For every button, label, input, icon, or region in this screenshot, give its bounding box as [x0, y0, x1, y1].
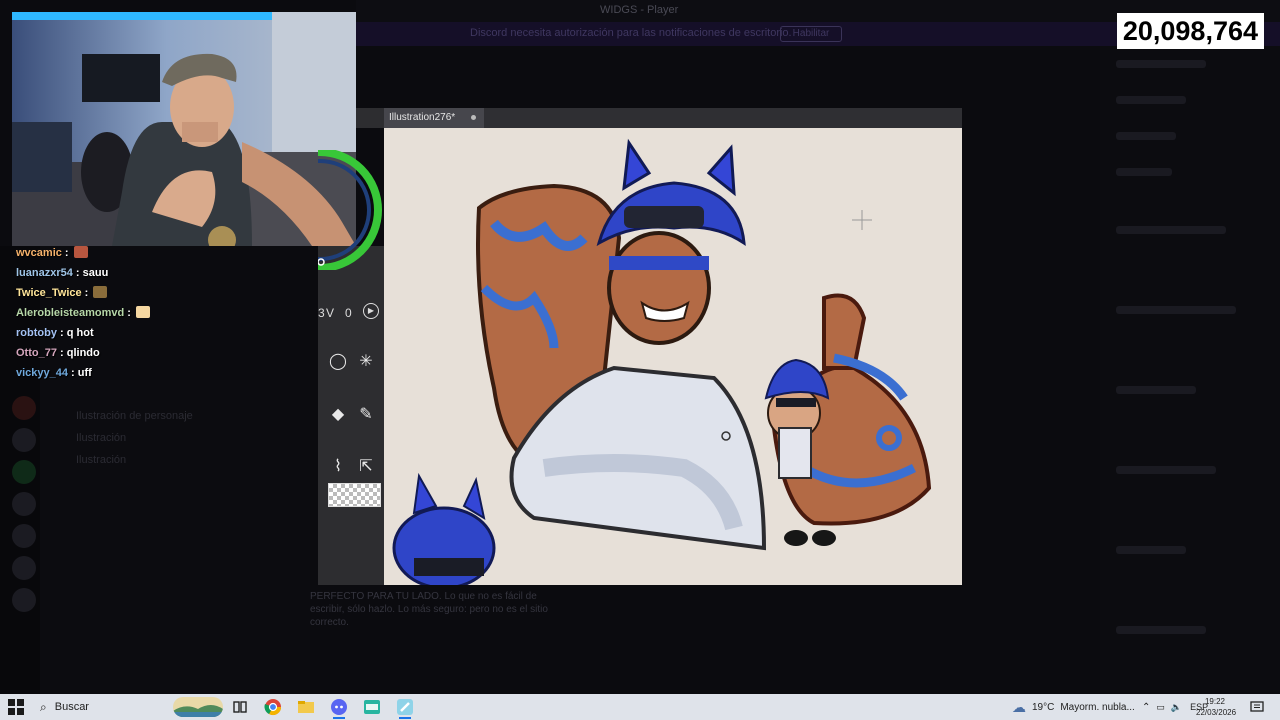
background-right-panel: [1100, 46, 1280, 692]
clock-time: 19:22: [1204, 697, 1226, 706]
clock[interactable]: 19:22 22/03/2026: [1196, 696, 1237, 718]
server-icon[interactable]: [12, 460, 36, 484]
chat-message: Otto_77 : qlindo: [16, 345, 316, 365]
chat-username: luanazxr54: [16, 267, 73, 279]
app-corner: [356, 108, 384, 128]
chat-overlay: wvcamic : luanazxr54 : sauu Twice_Twice …: [16, 245, 316, 385]
eraser-icon[interactable]: ◆: [324, 400, 352, 428]
emote-icon: [135, 306, 150, 318]
task-view-icon[interactable]: [231, 698, 249, 716]
chat-username: wvcamic: [16, 247, 62, 259]
canvas-tab-label: Illustration276*: [389, 112, 456, 123]
taskbar: ⌕ Buscar ☁ 19°C Mayorm. nubla... ⌃ ▭ 🔈 E…: [0, 694, 1280, 720]
cloud-icon: ☁: [1012, 698, 1026, 715]
chat-message: wvcamic :: [16, 245, 316, 265]
server-icon[interactable]: [12, 492, 36, 516]
chevron-up-icon[interactable]: ⌃: [1142, 702, 1150, 713]
sidebar-item[interactable]: Ilustración: [76, 432, 126, 444]
chat-username: Twice_Twice: [16, 287, 82, 299]
chat-username: vickyy_44: [16, 367, 68, 379]
active-app-indicator: [399, 717, 411, 719]
chrome-icon[interactable]: [264, 698, 282, 716]
clock-date: 22/03/2026: [1196, 708, 1237, 717]
brush-values: 3 V 0 ▶: [318, 303, 384, 323]
chat-separator: :: [124, 307, 134, 319]
viewer-count: 20,098,764: [1116, 13, 1264, 49]
value-right: 0: [345, 306, 352, 320]
server-icon[interactable]: [12, 396, 36, 420]
close-icon[interactable]: [471, 115, 476, 120]
chat-separator: :: [56, 347, 67, 359]
server-icon[interactable]: [12, 588, 36, 612]
streaming-app-icon[interactable]: [363, 698, 381, 716]
windows-start-icon[interactable]: [8, 699, 24, 715]
chat-message: vickyy_44 : uff: [16, 365, 316, 385]
notification-banner-text: Discord necesita autorización para las n…: [470, 27, 792, 39]
clip-studio-icon[interactable]: [396, 698, 414, 716]
chat-message: luanazxr54 : sauu: [16, 265, 316, 285]
server-icon[interactable]: [12, 428, 36, 452]
server-icon[interactable]: [12, 524, 36, 548]
chat-username: robtoby: [16, 327, 57, 339]
taskbar-search[interactable]: ⌕ Buscar: [30, 694, 170, 720]
notification-icon[interactable]: [1250, 700, 1264, 714]
file-explorer-icon[interactable]: [297, 698, 315, 716]
chat-text: uff: [77, 367, 92, 379]
chat-separator: :: [72, 267, 83, 279]
background-window-title: WIDGS - Player: [600, 4, 679, 16]
layer-thumbnail[interactable]: [328, 483, 381, 507]
webcam-feed: [12, 12, 356, 246]
pen-icon[interactable]: ✎: [352, 400, 380, 428]
chat-text: qlindo: [66, 347, 100, 359]
chat-username: Alerobleisteamomvd: [16, 307, 125, 319]
color-wheel[interactable]: [318, 150, 384, 270]
canvas-tab[interactable]: Illustration276*: [384, 108, 484, 128]
lasso-icon[interactable]: ◯: [324, 347, 352, 375]
chat-username: Otto_77: [16, 347, 57, 359]
curve-icon[interactable]: ⌇: [324, 452, 352, 480]
server-icon[interactable]: [12, 556, 36, 580]
sidebar-item[interactable]: Ilustración de personaje: [76, 410, 193, 422]
chat-message: Twice_Twice :: [16, 285, 316, 305]
play-icon[interactable]: ▶: [363, 303, 379, 319]
value-left: 3: [318, 306, 325, 320]
select-arrow-icon[interactable]: ⇱: [352, 452, 380, 480]
sidebar-item[interactable]: Ilustración: [76, 454, 126, 466]
chat-text: sauu: [82, 267, 109, 279]
weather-text: Mayorm. nubla...: [1060, 701, 1135, 713]
chat-separator: :: [61, 247, 72, 259]
discord-icon[interactable]: [330, 698, 348, 716]
value-v: V: [326, 306, 335, 320]
illustration: [392, 138, 932, 585]
emote-icon: [93, 286, 108, 298]
channel-sidebar: Ilustración de personaje Ilustración Ilu…: [40, 380, 310, 690]
chat-message: Alerobleisteamomvd :: [16, 305, 316, 325]
search-placeholder: Buscar: [54, 701, 89, 713]
chat-separator: :: [68, 367, 78, 379]
search-highlight-image[interactable]: [173, 697, 223, 717]
network-icon[interactable]: ▭: [1156, 702, 1165, 713]
weather-widget[interactable]: ☁ 19°C Mayorm. nubla...: [1012, 694, 1135, 720]
emote-icon: [73, 246, 88, 258]
screen: WIDGS - Player Discord necesita autoriza…: [0, 0, 1280, 720]
chat-separator: :: [56, 327, 67, 339]
magic-wand-icon[interactable]: ✳: [352, 347, 380, 375]
volume-icon[interactable]: 🔈: [1171, 702, 1182, 713]
chat-separator: :: [81, 287, 92, 299]
enable-notifications-button[interactable]: Habilitar: [780, 26, 842, 42]
weather-temp: 19°C: [1032, 701, 1055, 713]
webcam-image: [12, 12, 356, 246]
search-icon: ⌕: [40, 699, 47, 714]
active-app-indicator: [333, 717, 345, 719]
chat-message: robtoby : q hot: [16, 325, 316, 345]
background-message-text: PERFECTO PARA TU LADO. Lo que no es fáci…: [310, 591, 548, 628]
drawing-canvas[interactable]: [384, 128, 962, 585]
chat-text: q hot: [66, 327, 94, 339]
